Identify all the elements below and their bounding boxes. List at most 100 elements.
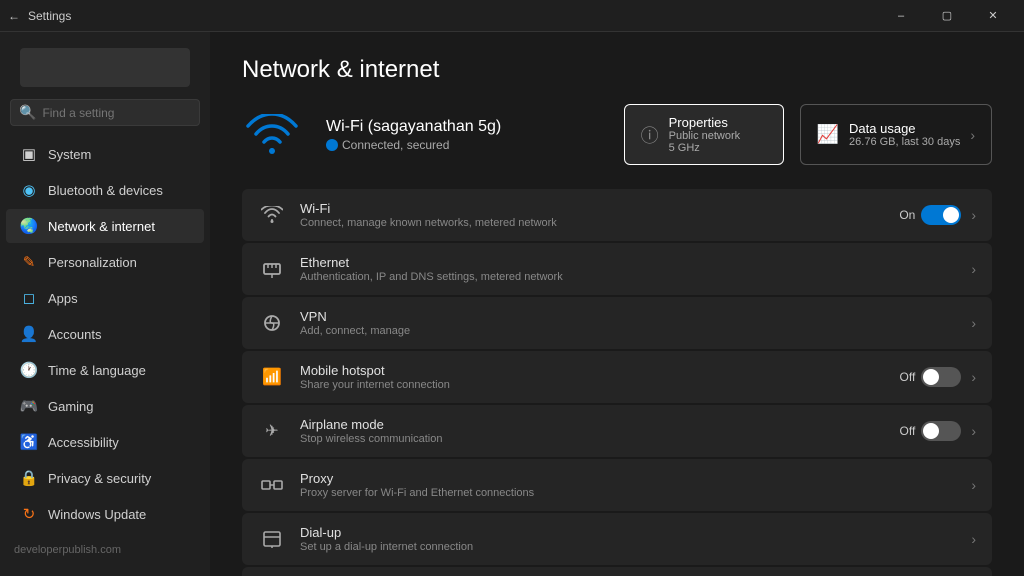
dialup-chevron: › — [971, 531, 976, 547]
back-icon[interactable]: ← — [8, 9, 20, 23]
sidebar-label-system: System — [48, 147, 91, 162]
wifi-row[interactable]: Wi-Fi Connect, manage known networks, me… — [242, 189, 992, 241]
sidebar-item-gaming[interactable]: 🎮 Gaming — [6, 389, 204, 423]
user-profile-image — [20, 48, 190, 87]
wifi-row-title: Wi-Fi — [300, 201, 885, 216]
hotspot-row-title: Mobile hotspot — [300, 363, 886, 378]
wifi-icon-area — [242, 110, 302, 160]
personalization-icon: ✎ — [20, 253, 38, 271]
wifi-toggle[interactable]: On — [899, 205, 961, 225]
wifi-status: Connected, secured — [326, 138, 600, 152]
title-bar-controls: – ▢ ✕ — [878, 0, 1016, 32]
gaming-icon: 🎮 — [20, 397, 38, 415]
close-button[interactable]: ✕ — [970, 0, 1016, 32]
search-input[interactable] — [42, 106, 197, 120]
sidebar-item-network[interactable]: 🌏 Network & internet — [6, 209, 204, 243]
sidebar-item-windows-update[interactable]: ↻ Windows Update — [6, 497, 204, 531]
minimize-button[interactable]: – — [878, 0, 924, 32]
hotspot-row[interactable]: 📶 Mobile hotspot Share your internet con… — [242, 351, 992, 403]
sidebar-item-system[interactable]: ▣ System — [6, 137, 204, 171]
wifi-status-text: Connected, secured — [342, 138, 449, 152]
wifi-chevron: › — [971, 207, 976, 223]
app-title: Settings — [28, 9, 71, 23]
search-box[interactable]: 🔍 — [10, 99, 200, 126]
sidebar-label-bluetooth: Bluetooth & devices — [48, 183, 163, 198]
vpn-row[interactable]: VPN Add, connect, manage › — [242, 297, 992, 349]
proxy-row[interactable]: Proxy Proxy server for Wi-Fi and Etherne… — [242, 459, 992, 511]
dialup-row-sub: Set up a dial-up internet connection — [300, 541, 957, 553]
wifi-toggle-label: On — [899, 208, 915, 222]
accounts-icon: 👤 — [20, 325, 38, 343]
proxy-row-sub: Proxy server for Wi-Fi and Ethernet conn… — [300, 487, 957, 499]
sidebar-item-personalization[interactable]: ✎ Personalization — [6, 245, 204, 279]
data-usage-card[interactable]: 📈 Data usage 26.76 GB, last 30 days › — [800, 104, 992, 165]
sidebar-item-privacy[interactable]: 🔒 Privacy & security — [6, 461, 204, 495]
wifi-info: Wi-Fi (sagayanathan 5g) Connected, secur… — [326, 118, 600, 152]
dialup-row-title: Dial-up — [300, 525, 957, 540]
proxy-row-icon — [258, 471, 286, 499]
hotspot-row-icon: 📶 — [258, 363, 286, 391]
sidebar-item-accessibility[interactable]: ♿ Accessibility — [6, 425, 204, 459]
airplane-row-sub: Stop wireless communication — [300, 433, 886, 445]
vpn-chevron: › — [971, 315, 976, 331]
dialup-row-icon — [258, 525, 286, 553]
properties-sub2: 5 GHz — [669, 142, 741, 154]
airplane-row-icon: ✈ — [258, 417, 286, 445]
accessibility-icon: ♿ — [20, 433, 38, 451]
sidebar-footer: developerpublish.com — [0, 532, 210, 568]
vpn-row-icon — [258, 309, 286, 337]
proxy-row-title: Proxy — [300, 471, 957, 486]
hotspot-row-text: Mobile hotspot Share your internet conne… — [300, 363, 886, 391]
hotspot-toggle[interactable]: Off — [900, 367, 962, 387]
sidebar-label-accessibility: Accessibility — [48, 435, 119, 450]
wifi-toggle-switch[interactable] — [921, 205, 961, 225]
hotspot-row-right: Off › — [900, 367, 976, 387]
vpn-row-right: › — [971, 315, 976, 331]
page-title: Network & internet — [242, 56, 992, 84]
sidebar: 🔍 ▣ System ◉ Bluetooth & devices 🌏 Netwo… — [0, 32, 210, 576]
windows-update-icon: ↻ — [20, 505, 38, 523]
airplane-row[interactable]: ✈ Airplane mode Stop wireless communicat… — [242, 405, 992, 457]
hotspot-row-sub: Share your internet connection — [300, 379, 886, 391]
dialup-row-right: › — [971, 531, 976, 547]
hotspot-toggle-switch[interactable] — [921, 367, 961, 387]
wifi-row-icon — [258, 201, 286, 229]
data-usage-icon: 📈 — [817, 124, 839, 145]
advanced-network-row[interactable]: Advanced network settings View all netwo… — [242, 567, 992, 576]
sidebar-item-bluetooth[interactable]: ◉ Bluetooth & devices — [6, 173, 204, 207]
data-usage-card-text: Data usage 26.76 GB, last 30 days — [849, 121, 960, 148]
main-content: Network & internet Wi-Fi (sagayanathan 5… — [210, 32, 1024, 576]
maximize-button[interactable]: ▢ — [924, 0, 970, 32]
ethernet-row[interactable]: Ethernet Authentication, IP and DNS sett… — [242, 243, 992, 295]
sidebar-item-accounts[interactable]: 👤 Accounts — [6, 317, 204, 351]
wifi-hero: Wi-Fi (sagayanathan 5g) Connected, secur… — [242, 104, 992, 165]
properties-sub1: Public network — [669, 130, 741, 142]
sidebar-item-apps[interactable]: ◻ Apps — [6, 281, 204, 315]
dialup-row[interactable]: Dial-up Set up a dial-up internet connec… — [242, 513, 992, 565]
wifi-cards: ⓘ Properties Public network 5 GHz 📈 Data… — [624, 104, 992, 165]
wifi-signal-icon — [246, 114, 298, 156]
sidebar-label-apps: Apps — [48, 291, 78, 306]
airplane-toggle-switch[interactable] — [921, 421, 961, 441]
proxy-row-right: › — [971, 477, 976, 493]
data-usage-sub1: 26.76 GB, last 30 days — [849, 136, 960, 148]
proxy-chevron: › — [971, 477, 976, 493]
ethernet-chevron: › — [971, 261, 976, 277]
sidebar-item-time[interactable]: 🕐 Time & language — [6, 353, 204, 387]
title-bar-left: ← Settings — [8, 9, 71, 23]
hotspot-chevron: › — [971, 369, 976, 385]
wifi-row-sub: Connect, manage known networks, metered … — [300, 217, 885, 229]
hotspot-toggle-label: Off — [900, 370, 916, 384]
vpn-row-text: VPN Add, connect, manage — [300, 309, 957, 337]
apps-icon: ◻ — [20, 289, 38, 307]
sidebar-label-gaming: Gaming — [48, 399, 94, 414]
airplane-toggle[interactable]: Off — [900, 421, 962, 441]
wifi-row-right: On › — [899, 205, 976, 225]
ethernet-row-text: Ethernet Authentication, IP and DNS sett… — [300, 255, 957, 283]
ethernet-row-icon — [258, 255, 286, 283]
airplane-row-title: Airplane mode — [300, 417, 886, 432]
app-container: 🔍 ▣ System ◉ Bluetooth & devices 🌏 Netwo… — [0, 32, 1024, 576]
properties-card[interactable]: ⓘ Properties Public network 5 GHz — [624, 104, 784, 165]
data-usage-title: Data usage — [849, 121, 960, 136]
sidebar-label-network: Network & internet — [48, 219, 155, 234]
